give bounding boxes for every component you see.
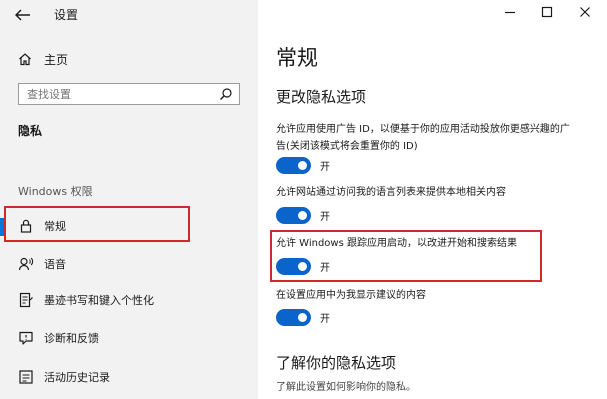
sidebar-item-label: 语音 [44,258,66,271]
toggle-knob [298,161,307,170]
search-input[interactable] [19,86,209,102]
page-title: 常规 [276,46,318,70]
toggle-knob [298,211,307,220]
sidebar-item-diagnostics[interactable]: 诊断和反馈 [0,322,258,354]
suggested-content-toggle[interactable] [276,309,311,326]
toggle-state-label: 开 [320,314,330,325]
sidebar-section-title: 隐私 [18,124,43,138]
feedback-icon [19,331,33,345]
sidebar: 设置 主页 隐私 Windows 权限 常规 语音 [0,0,258,399]
section2-title: 了解你的隐私选项 [276,354,397,372]
sidebar-group-title: Windows 权限 [18,185,93,198]
sidebar-item-home[interactable]: 主页 [18,50,68,68]
maximize-icon[interactable] [539,4,555,20]
highlight-box-general [4,206,190,242]
sidebar-item-label: 墨迹书写和键入个性化 [44,294,154,307]
sidebar-item-speech[interactable]: 语音 [0,248,258,280]
back-arrow-icon[interactable] [12,6,34,24]
history-icon [19,370,33,384]
search-box[interactable] [18,83,240,105]
toggle-state-label: 开 [320,212,330,223]
toggle-knob [298,313,307,322]
highlight-box-track-launches [270,230,542,282]
home-icon [19,53,31,66]
sidebar-item-inking[interactable]: 墨迹书写和键入个性化 [0,284,258,316]
search-icon[interactable] [219,87,233,101]
minimize-icon[interactable] [502,4,518,20]
option-ad-id-text: 允许应用使用广告 ID，以便基于你的应用活动投放你更感兴趣的广告(关闭该模式将会… [276,124,570,152]
toggle-state-label: 开 [320,162,330,173]
privacy-info-text[interactable]: 了解此设置如何影响你的隐私。 [276,378,416,393]
language-list-toggle[interactable] [276,207,311,224]
option-suggested-content-text: 在设置应用中为我显示建议的内容 [276,290,426,301]
option-language-list-text: 允许网站通过访问我的语言列表来提供本地相关内容 [276,187,506,198]
section-title: 更改隐私选项 [276,88,367,106]
pen-document-icon [19,292,33,308]
sidebar-item-activity-history[interactable]: 活动历史记录 [0,361,258,393]
ad-id-toggle[interactable] [276,157,311,174]
main-pane: 常规 更改隐私选项 允许应用使用广告 ID，以便基于你的应用活动投放你更感兴趣的… [258,0,607,399]
close-icon[interactable] [577,4,593,20]
sidebar-item-label: 诊断和反馈 [44,332,99,345]
window-title: 设置 [54,8,79,22]
speech-icon [18,257,34,271]
sidebar-item-label: 活动历史记录 [44,371,110,384]
home-label: 主页 [44,52,69,67]
